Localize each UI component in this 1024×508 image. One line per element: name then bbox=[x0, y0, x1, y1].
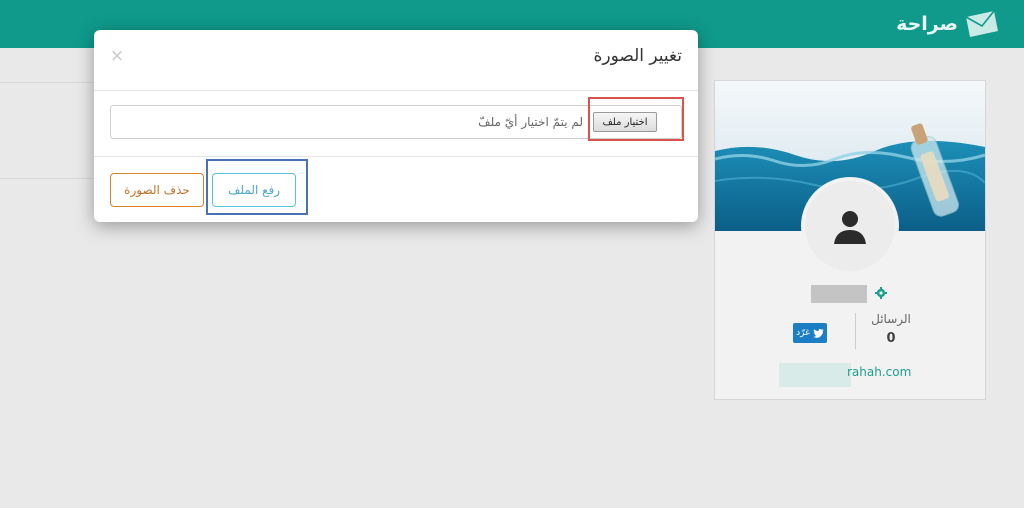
modal-header: تغيير الصورة × bbox=[94, 30, 698, 91]
file-status-text: لم يتمّ اختيار أيّ ملفّ bbox=[478, 115, 583, 129]
close-icon[interactable]: × bbox=[110, 48, 124, 65]
modal-title: تغيير الصورة bbox=[593, 46, 682, 66]
delete-photo-button[interactable]: حذف الصورة bbox=[110, 173, 204, 207]
highlight-box-blue bbox=[206, 159, 308, 215]
change-photo-modal: تغيير الصورة × اختيار ملف لم يتمّ اختيار… bbox=[94, 30, 698, 222]
highlight-box-red bbox=[588, 97, 684, 141]
